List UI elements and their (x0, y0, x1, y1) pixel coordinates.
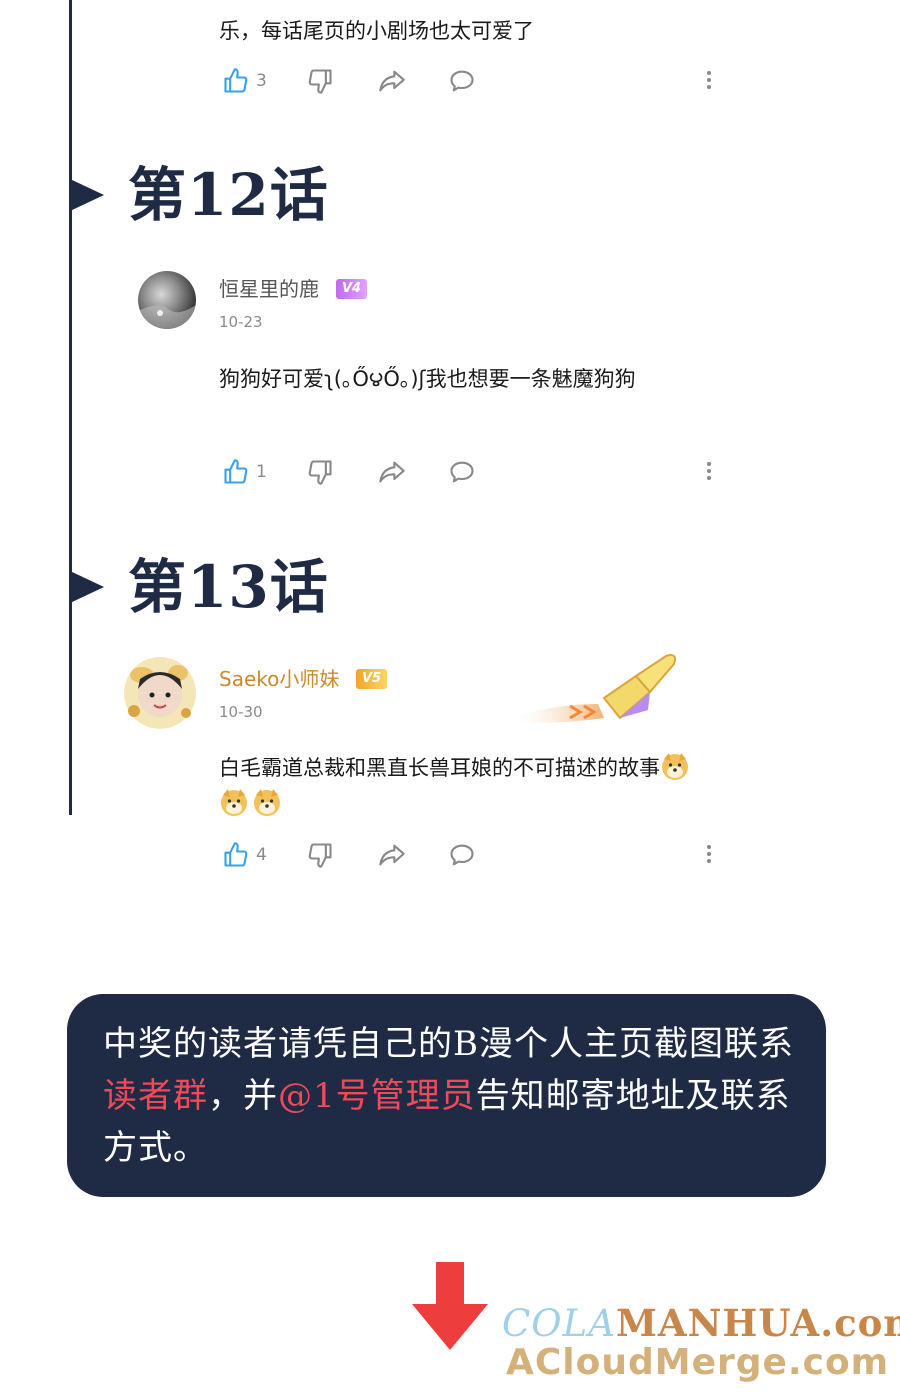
comment-text: 乐，每话尾页的小剧场也太可爱了 (219, 19, 534, 43)
shiba-emoji-icon (221, 789, 247, 816)
timeline-marker-icon (70, 179, 104, 211)
watermark-part: MANHUA.com (615, 1301, 900, 1345)
comment-text: 狗狗好可爱ʅ(｡Ő౪Ő｡)ʃ我也想要一条魅魔狗狗 (219, 367, 636, 391)
timeline-marker-icon (70, 571, 104, 603)
more-vertical-icon (706, 462, 712, 480)
arrow-down-icon (412, 1262, 488, 1350)
avatar[interactable] (122, 655, 198, 731)
avatar-image (138, 305, 196, 329)
shiba-emoji-icon (254, 789, 280, 816)
thumb-up-icon (224, 68, 248, 93)
notice-box: 中奖的读者请凭自己的B漫个人主页截图联系读者群，并@1号管理员告知邮寄地址及联系… (67, 994, 826, 1197)
comment-action-row: 3 (222, 66, 712, 96)
more-options-button[interactable] (706, 68, 712, 94)
username[interactable]: Saeko小师妹 (219, 669, 339, 689)
comment-text: 白毛霸道总裁和黑直长兽耳娘的不可描述的故事 (219, 750, 719, 822)
notice-text: 中奖的读者请凭自己的B漫个人主页截图联系读者群，并@1号管理员告知邮寄地址及联系… (103, 1018, 803, 1174)
comment-date: 10-30 (219, 703, 263, 721)
vip-badge: V5 (356, 669, 388, 689)
paintbrush-decoration-icon (508, 654, 676, 723)
shiba-emoji-icon (662, 753, 688, 780)
avatar[interactable] (138, 271, 196, 329)
vip-badge: V4 (336, 279, 368, 299)
thumb-up-icon (224, 459, 248, 484)
share-button[interactable] (377, 840, 407, 870)
avatar-image (124, 657, 196, 729)
thumb-up-icon (224, 842, 248, 867)
like-button[interactable]: 4 (222, 840, 267, 870)
share-button[interactable] (377, 457, 407, 487)
chapter-title: 第12话 (128, 161, 329, 229)
notice-text-part: ，并 (208, 1076, 278, 1116)
share-icon (379, 461, 405, 483)
comment-date: 10-23 (219, 313, 263, 331)
dislike-button[interactable] (306, 840, 334, 870)
comment-icon (450, 461, 474, 483)
comment-action-row: 1 (222, 457, 712, 487)
reply-button[interactable] (447, 840, 477, 870)
notice-highlight-admin: @1号管理员 (278, 1076, 476, 1116)
more-vertical-icon (706, 845, 712, 863)
share-icon (379, 844, 405, 866)
dislike-button[interactable] (306, 66, 334, 96)
watermark-cola-manhua: COLAMANHUA.com (502, 1302, 900, 1345)
chapter-title: 第13话 (128, 553, 329, 621)
timeline-line (69, 0, 72, 815)
thumb-down-icon (308, 69, 332, 94)
like-count: 3 (256, 71, 267, 91)
comment-icon (450, 70, 474, 92)
thumb-down-icon (308, 460, 332, 485)
reply-button[interactable] (447, 457, 477, 487)
like-button[interactable]: 3 (222, 66, 267, 96)
notice-highlight-reader-group: 读者群 (103, 1076, 208, 1116)
share-button[interactable] (377, 66, 407, 96)
dislike-button[interactable] (306, 457, 334, 487)
more-options-button[interactable] (706, 842, 712, 868)
comment-icon (450, 844, 474, 866)
notice-text-part: 中奖的读者请凭自己的B漫个人主页截图联系 (103, 1024, 794, 1064)
more-vertical-icon (706, 71, 712, 89)
reply-button[interactable] (447, 66, 477, 96)
username[interactable]: 恒星里的鹿 (219, 279, 319, 299)
comment-action-row: 4 (222, 840, 712, 870)
thumb-down-icon (308, 843, 332, 868)
like-button[interactable]: 1 (222, 457, 267, 487)
share-icon (379, 70, 405, 92)
more-options-button[interactable] (706, 459, 712, 485)
like-count: 1 (256, 462, 267, 482)
comment-text-content: 白毛霸道总裁和黑直长兽耳娘的不可描述的故事 (219, 756, 660, 780)
like-count: 4 (256, 845, 267, 865)
watermark-acloudmerge: ACloudMerge.com (506, 1342, 890, 1383)
watermark-part: COLA (502, 1302, 616, 1345)
